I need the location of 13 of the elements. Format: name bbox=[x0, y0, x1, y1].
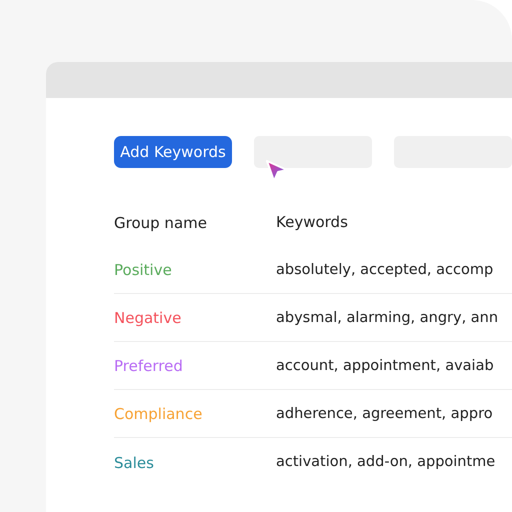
add-keywords-button[interactable]: Add Keywords bbox=[114, 136, 232, 168]
column-header: Group name bbox=[114, 214, 207, 232]
keywords-text: abysmal, alarming, angry, ann bbox=[276, 310, 498, 326]
keywords-text: absolutely, accepted, accomp bbox=[276, 262, 494, 278]
keywords-text: activation, add-on, appointme bbox=[276, 454, 496, 470]
group-name: Preferred bbox=[114, 357, 183, 375]
group-name: Sales bbox=[114, 454, 154, 472]
keywords-text: account, appointment, avaiab bbox=[276, 358, 494, 374]
group-name: Compliance bbox=[114, 405, 202, 423]
keywords-text: adherence, agreement, appro bbox=[276, 406, 493, 422]
group-name: Positive bbox=[114, 261, 172, 279]
group-name: Negative bbox=[114, 309, 182, 327]
column-header: Keywords bbox=[276, 213, 348, 231]
